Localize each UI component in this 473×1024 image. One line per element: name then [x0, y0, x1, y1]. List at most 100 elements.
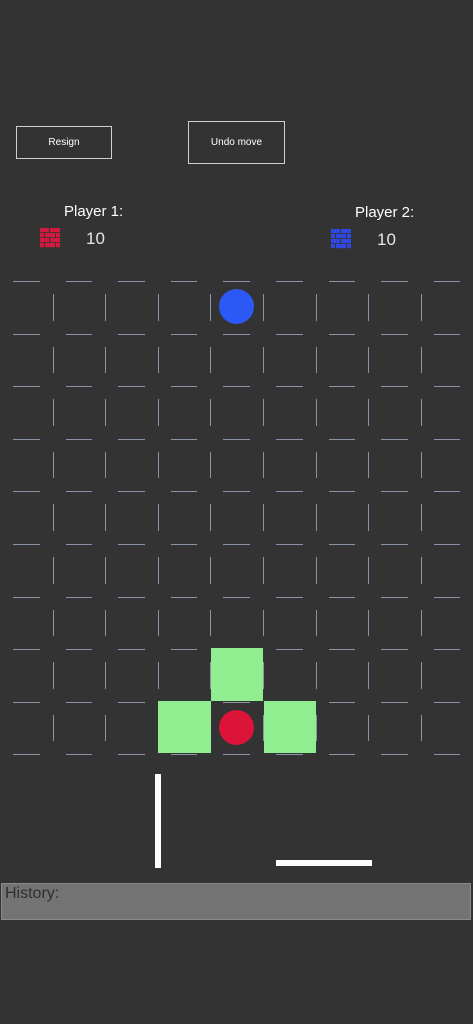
- horizontal-wall-slot[interactable]: [118, 491, 145, 493]
- horizontal-wall-slot[interactable]: [381, 754, 408, 756]
- horizontal-wall-slot[interactable]: [328, 754, 356, 756]
- horizontal-wall-slot[interactable]: [433, 491, 461, 493]
- horizontal-wall-slot[interactable]: [118, 596, 145, 598]
- vertical-wall-piece[interactable]: [155, 774, 161, 868]
- horizontal-wall-slot[interactable]: [328, 701, 356, 703]
- horizontal-wall-slot[interactable]: [118, 649, 145, 651]
- horizontal-wall-slot[interactable]: [223, 544, 250, 545]
- vertical-wall-slot[interactable]: [315, 557, 317, 584]
- vertical-wall-slot[interactable]: [420, 399, 422, 426]
- vertical-wall-slot[interactable]: [157, 504, 159, 531]
- vertical-wall-slot[interactable]: [105, 451, 107, 479]
- valid-move-cell[interactable]: [263, 700, 317, 754]
- vertical-wall-slot[interactable]: [52, 504, 54, 531]
- valid-move-cell[interactable]: [210, 648, 264, 701]
- vertical-wall-slot[interactable]: [315, 399, 317, 426]
- horizontal-wall-slot[interactable]: [170, 754, 198, 756]
- horizontal-wall-slot[interactable]: [433, 438, 461, 440]
- vertical-wall-slot[interactable]: [52, 294, 54, 321]
- vertical-wall-slot[interactable]: [210, 609, 212, 637]
- horizontal-wall-slot[interactable]: [65, 701, 93, 703]
- horizontal-wall-slot[interactable]: [13, 386, 40, 388]
- horizontal-wall-slot[interactable]: [381, 491, 408, 493]
- vertical-wall-slot[interactable]: [263, 294, 264, 321]
- horizontal-wall-slot[interactable]: [65, 649, 93, 651]
- vertical-wall-slot[interactable]: [315, 662, 317, 689]
- vertical-wall-slot[interactable]: [105, 294, 107, 321]
- vertical-wall-slot[interactable]: [105, 714, 107, 742]
- vertical-wall-slot[interactable]: [315, 346, 317, 374]
- vertical-wall-slot[interactable]: [420, 609, 422, 637]
- horizontal-wall-slot[interactable]: [13, 281, 40, 282]
- horizontal-wall-slot[interactable]: [381, 386, 408, 388]
- vertical-wall-slot[interactable]: [210, 557, 212, 584]
- vertical-wall-slot[interactable]: [420, 714, 422, 742]
- vertical-wall-slot[interactable]: [368, 662, 370, 689]
- vertical-wall-slot[interactable]: [420, 504, 422, 531]
- horizontal-wall-slot[interactable]: [433, 596, 461, 598]
- horizontal-wall-slot[interactable]: [381, 649, 408, 651]
- horizontal-wall-slot[interactable]: [13, 701, 40, 703]
- vertical-wall-slot[interactable]: [157, 399, 159, 426]
- horizontal-wall-slot[interactable]: [433, 701, 461, 703]
- horizontal-wall-slot[interactable]: [381, 438, 408, 440]
- vertical-wall-slot[interactable]: [157, 662, 159, 689]
- vertical-wall-slot[interactable]: [263, 399, 264, 426]
- vertical-wall-slot[interactable]: [52, 399, 54, 426]
- vertical-wall-slot[interactable]: [315, 294, 317, 321]
- vertical-wall-slot[interactable]: [263, 557, 264, 584]
- horizontal-wall-slot[interactable]: [328, 386, 356, 388]
- horizontal-wall-slot[interactable]: [433, 333, 461, 335]
- vertical-wall-slot[interactable]: [52, 451, 54, 479]
- horizontal-wall-slot[interactable]: [223, 281, 250, 282]
- vertical-wall-slot[interactable]: [157, 609, 159, 637]
- horizontal-wall-slot[interactable]: [170, 649, 198, 651]
- horizontal-wall-slot[interactable]: [13, 596, 40, 598]
- horizontal-wall-slot[interactable]: [276, 491, 303, 493]
- game-board[interactable]: [0, 272, 473, 756]
- horizontal-wall-slot[interactable]: [223, 438, 250, 440]
- horizontal-wall-slot[interactable]: [118, 754, 145, 756]
- horizontal-wall-slot[interactable]: [170, 544, 198, 545]
- horizontal-wall-slot[interactable]: [433, 649, 461, 651]
- horizontal-wall-slot[interactable]: [433, 544, 461, 545]
- horizontal-wall-slot[interactable]: [223, 333, 250, 335]
- vertical-wall-slot[interactable]: [105, 557, 107, 584]
- vertical-wall-slot[interactable]: [210, 346, 212, 374]
- resign-button[interactable]: Resign: [16, 126, 112, 159]
- player-1-pawn[interactable]: [219, 709, 255, 745]
- vertical-wall-slot[interactable]: [105, 609, 107, 637]
- horizontal-wall-slot[interactable]: [13, 544, 40, 545]
- vertical-wall-slot[interactable]: [210, 399, 212, 426]
- vertical-wall-slot[interactable]: [420, 662, 422, 689]
- horizontal-wall-slot[interactable]: [65, 754, 93, 756]
- horizontal-wall-slot[interactable]: [65, 438, 93, 440]
- vertical-wall-slot[interactable]: [368, 346, 370, 374]
- horizontal-wall-slot[interactable]: [276, 438, 303, 440]
- horizontal-wall-slot[interactable]: [65, 544, 93, 545]
- horizontal-wall-slot[interactable]: [276, 596, 303, 598]
- vertical-wall-slot[interactable]: [157, 294, 159, 321]
- vertical-wall-slot[interactable]: [105, 504, 107, 531]
- horizontal-wall-slot[interactable]: [328, 333, 356, 335]
- vertical-wall-slot[interactable]: [315, 609, 317, 637]
- vertical-wall-slot[interactable]: [420, 346, 422, 374]
- vertical-wall-slot[interactable]: [368, 504, 370, 531]
- horizontal-wall-slot[interactable]: [118, 438, 145, 440]
- vertical-wall-slot[interactable]: [263, 451, 264, 479]
- vertical-wall-slot[interactable]: [368, 557, 370, 584]
- vertical-wall-slot[interactable]: [315, 451, 317, 479]
- horizontal-wall-slot[interactable]: [223, 701, 250, 703]
- vertical-wall-slot[interactable]: [420, 294, 422, 321]
- vertical-wall-slot[interactable]: [157, 557, 159, 584]
- vertical-wall-slot[interactable]: [105, 399, 107, 426]
- horizontal-wall-slot[interactable]: [118, 333, 145, 335]
- vertical-wall-slot[interactable]: [263, 504, 264, 531]
- horizontal-wall-slot[interactable]: [381, 333, 408, 335]
- horizontal-wall-slot[interactable]: [381, 544, 408, 545]
- vertical-wall-slot[interactable]: [105, 662, 107, 689]
- horizontal-wall-slot[interactable]: [276, 281, 303, 282]
- horizontal-wall-slot[interactable]: [276, 649, 303, 651]
- undo-move-button[interactable]: Undo move: [188, 121, 285, 164]
- horizontal-wall-slot[interactable]: [118, 701, 145, 703]
